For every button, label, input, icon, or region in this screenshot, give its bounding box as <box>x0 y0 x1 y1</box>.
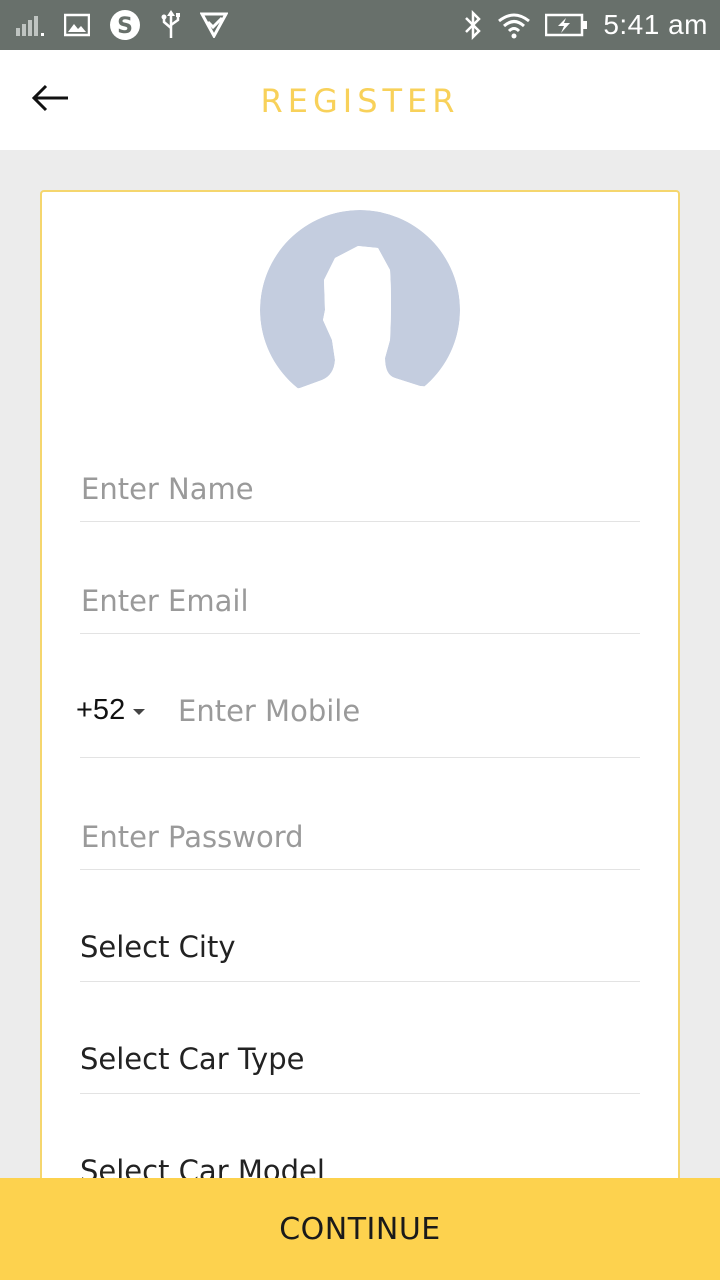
app-check-icon <box>200 12 228 38</box>
caret-down-icon <box>133 708 146 715</box>
car-type-select[interactable]: Select Car Type <box>80 1014 640 1094</box>
password-field[interactable]: Enter Password <box>80 790 640 870</box>
status-bar: S 5:41 am <box>0 0 720 50</box>
battery-charging-icon <box>545 13 589 37</box>
wifi-icon <box>497 11 531 39</box>
usb-icon <box>160 10 182 40</box>
skype-icon: S <box>108 8 142 42</box>
registration-card: Enter Name Enter Email +52 Enter Mobile … <box>40 190 680 1200</box>
status-time: 5:41 am <box>603 9 708 40</box>
city-select[interactable]: Select City <box>80 902 640 982</box>
country-code-dropdown[interactable]: +52 <box>76 694 146 727</box>
profile-placeholder-icon[interactable] <box>260 210 460 410</box>
email-placeholder: Enter Email <box>81 584 249 618</box>
signal-icon <box>16 14 46 36</box>
app-bar: REGISTER <box>0 50 720 150</box>
bluetooth-icon <box>463 10 483 40</box>
password-placeholder: Enter Password <box>81 820 304 854</box>
email-field[interactable]: Enter Email <box>80 554 640 634</box>
continue-button[interactable]: CONTINUE <box>0 1178 720 1280</box>
mobile-field[interactable]: +52 Enter Mobile <box>76 662 640 758</box>
name-field[interactable]: Enter Name <box>80 442 640 522</box>
continue-button-label: CONTINUE <box>279 1211 441 1247</box>
image-icon <box>64 13 90 37</box>
page-title: REGISTER <box>260 82 460 120</box>
city-select-label: Select City <box>80 930 236 964</box>
mobile-placeholder: Enter Mobile <box>178 694 361 728</box>
status-left-icons: S <box>16 8 228 42</box>
car-type-select-label: Select Car Type <box>80 1042 305 1076</box>
status-right-icons: 5:41 am <box>463 8 708 42</box>
name-placeholder: Enter Name <box>81 472 254 506</box>
country-code-value: +52 <box>76 694 126 726</box>
svg-text:S: S <box>117 14 133 39</box>
